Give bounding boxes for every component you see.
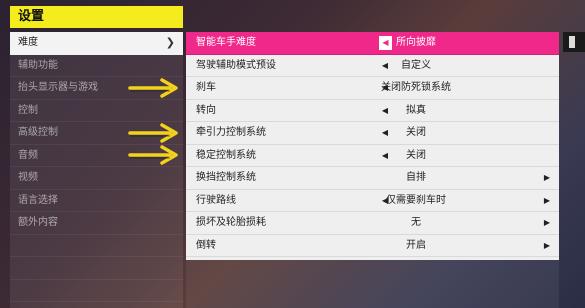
setting-value: 拟真 [406,104,426,116]
arrow-right-icon[interactable]: ▶ [541,217,553,229]
setting-row-rewind[interactable]: 倒转 开启 ▶ [186,235,559,257]
setting-label: 换挡控制系统 [196,172,256,183]
chevron-right-icon: ❯ [165,36,175,49]
setting-row-ai-difficulty[interactable]: 智能车手难度 ◀ 所向披靡 [186,32,559,55]
setting-label: 倒转 [196,239,216,251]
sidebar-item-extras[interactable]: 额外内容 [10,212,183,235]
setting-label: 转向 [196,104,216,116]
arrow-right-icon[interactable]: ▶ [541,195,553,207]
scrollbar[interactable] [563,32,585,52]
setting-value: 仅需要刹车时 [386,194,446,206]
setting-value: 自定义 [401,59,431,71]
sidebar-item-label: 难度 [18,37,38,48]
settings-list: 智能车手难度 ◀ 所向披靡 驾驶辅助模式预设 ◀ 自定义 刹车 ◀ 关闭防死锁系… [186,32,559,260]
arrow-right-icon[interactable]: ▶ [541,240,553,252]
sidebar-item-empty [10,235,183,257]
setting-value: 关闭 [406,127,426,138]
setting-row-traction-control[interactable]: 牵引力控制系统 ◀ 关闭 [186,122,559,145]
setting-value: 无 [411,217,421,228]
sidebar-item-controls[interactable]: 控制 [10,100,183,122]
panel-background [186,260,559,308]
setting-row-damage[interactable]: 损坏及轮胎损耗 无 ▶ [186,212,559,235]
sidebar-item-assist[interactable]: 辅助功能 [10,55,183,77]
page-title: 设置 [10,6,183,28]
arrow-right-icon[interactable]: ▶ [541,172,553,184]
setting-value: 自排 [406,172,426,183]
pointer-arrow-icon [128,145,178,165]
setting-row-steering[interactable]: 转向 ◀ 拟真 [186,100,559,122]
setting-label: 刹车 [196,82,216,93]
setting-row-racing-line[interactable]: 行驶路线 ◀ 仅需要刹车时 ▶ [186,190,559,212]
setting-label: 行驶路线 [196,194,236,206]
setting-value: 开启 [406,239,426,251]
sidebar: 难度 ❯ 辅助功能 抬头显示器与游戏 控制 高级控制 音频 视频 语言选择 额外… [10,32,183,308]
sidebar-item-video[interactable]: 视频 [10,167,183,190]
setting-label: 牵引力控制系统 [196,127,266,138]
sidebar-item-difficulty[interactable]: 难度 ❯ [10,32,183,55]
sidebar-item-empty [10,257,183,280]
setting-value: 关闭防死锁系统 [381,82,451,93]
pointer-arrow-icon [128,78,178,98]
setting-label: 驾驶辅助模式预设 [196,59,276,71]
setting-row-assist-preset[interactable]: 驾驶辅助模式预设 ◀ 自定义 [186,55,559,77]
setting-value: 关闭 [406,149,426,161]
setting-label: 智能车手难度 [196,37,256,48]
sidebar-item-language[interactable]: 语言选择 [10,190,183,212]
setting-value: 所向披靡 [396,37,436,48]
setting-row-shifting[interactable]: 换挡控制系统 自排 ▶ [186,167,559,190]
setting-row-stability-control[interactable]: 稳定控制系统 ◀ 关闭 [186,145,559,167]
setting-row-braking[interactable]: 刹车 ◀ 关闭防死锁系统 [186,77,559,100]
scrollbar-thumb[interactable] [569,36,575,48]
setting-label: 稳定控制系统 [196,149,256,161]
sidebar-item-empty [10,280,183,302]
setting-label: 损坏及轮胎损耗 [196,217,266,228]
